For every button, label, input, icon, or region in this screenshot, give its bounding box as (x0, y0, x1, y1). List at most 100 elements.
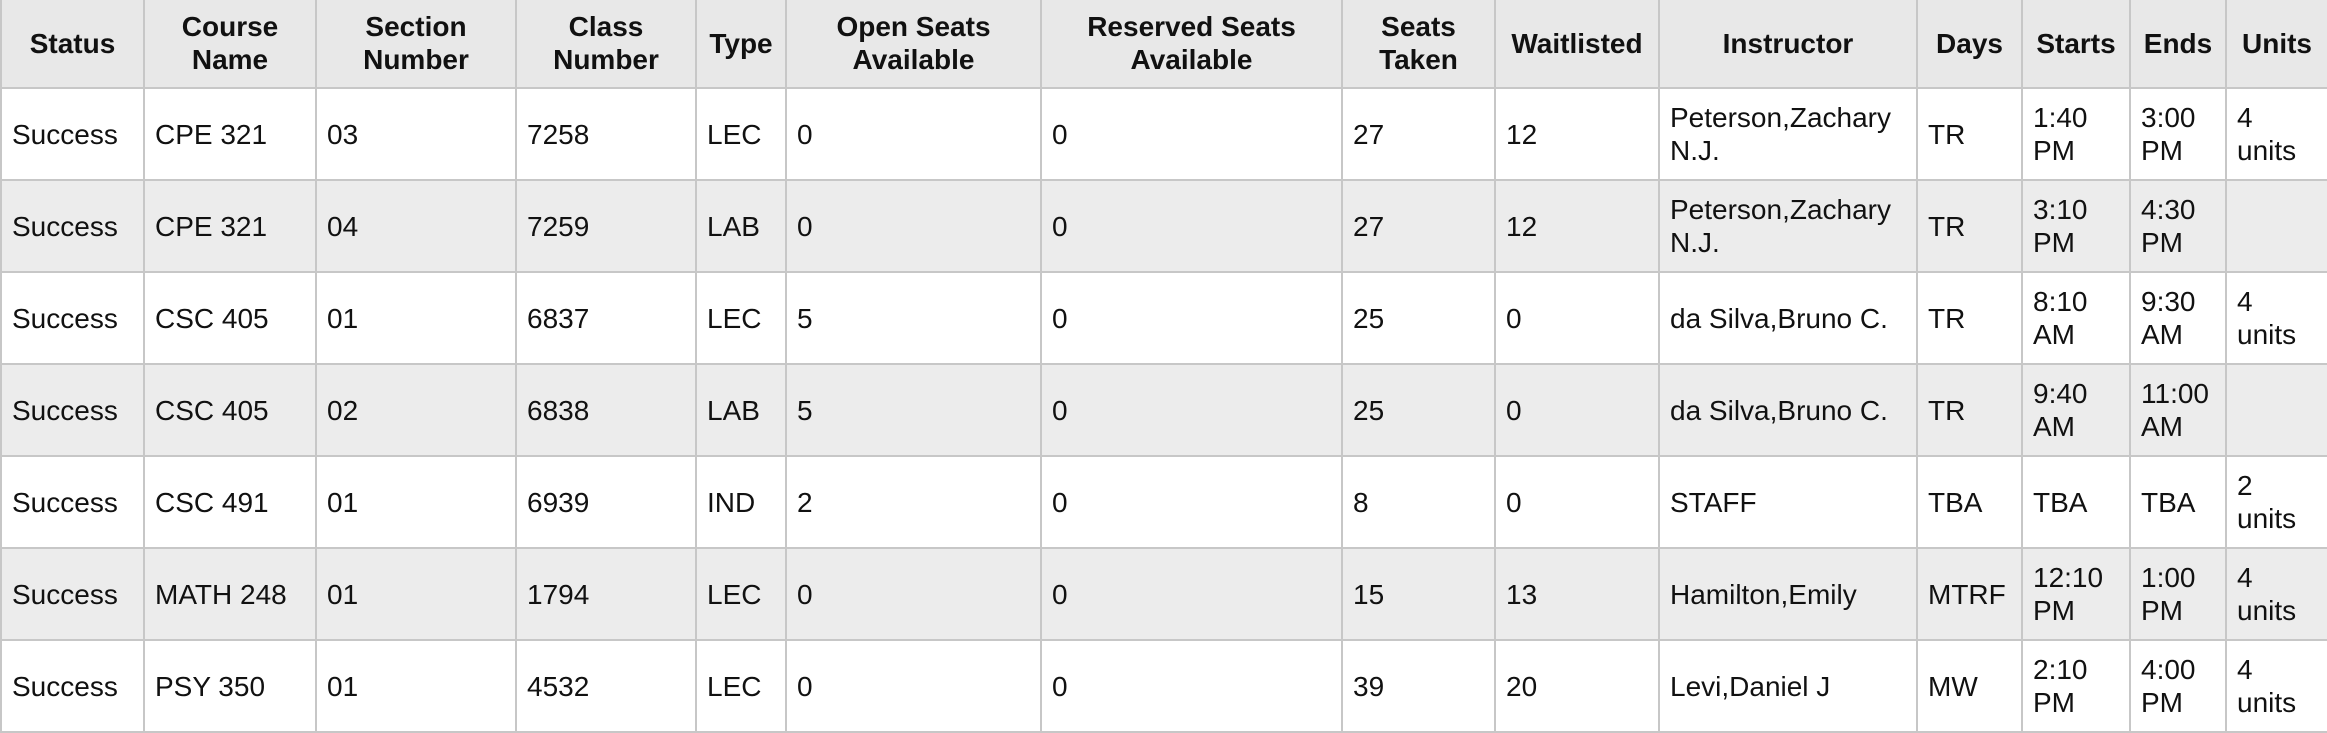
units-cell: 4 units (2225, 547, 2327, 641)
units-cell: 4 units (2225, 87, 2327, 181)
starts-cell: 1:40 PM (2021, 87, 2131, 181)
section-number-cell: 01 (315, 639, 517, 733)
waitlisted-cell: 12 (1494, 179, 1660, 273)
course-name-cell: CSC 405 (143, 363, 317, 457)
seats-taken-cell: 25 (1341, 271, 1496, 365)
section-number-cell: 03 (315, 87, 517, 181)
type-cell: LEC (695, 547, 787, 641)
table-row: Success MATH 248 01 1794 LEC 0 0 15 13 Hamilton,E… (0, 547, 2327, 641)
units-cell: 2 units (2225, 455, 2327, 549)
ends-cell: 11:00 AM (2129, 363, 2227, 457)
reserved-seats-cell: 0 (1040, 363, 1343, 457)
col-header-course-name: Course Name (143, 0, 317, 89)
seats-taken-cell: 25 (1341, 363, 1496, 457)
starts-cell: 3:10 PM (2021, 179, 2131, 273)
reserved-seats-cell: 0 (1040, 547, 1343, 641)
section-number-cell: 04 (315, 179, 517, 273)
course-name-cell: PSY 350 (143, 639, 317, 733)
col-header-seats-taken: Seats Taken (1341, 0, 1496, 89)
instructor-cell: da Silva,Bruno C. (1658, 271, 1918, 365)
seats-taken-cell: 15 (1341, 547, 1496, 641)
days-cell: TR (1916, 271, 2023, 365)
reserved-seats-cell: 0 (1040, 87, 1343, 181)
type-cell: LAB (695, 363, 787, 457)
ends-cell: 4:00 PM (2129, 639, 2227, 733)
waitlisted-cell: 12 (1494, 87, 1660, 181)
section-number-cell: 01 (315, 271, 517, 365)
days-cell: MTRF (1916, 547, 2023, 641)
days-cell: TBA (1916, 455, 2023, 549)
starts-cell: TBA (2021, 455, 2131, 549)
status-cell: Success (0, 363, 145, 457)
ends-cell: 9:30 AM (2129, 271, 2227, 365)
col-header-waitlisted: Waitlisted (1494, 0, 1660, 89)
class-number-cell: 6838 (515, 363, 697, 457)
col-header-units: Units (2225, 0, 2327, 89)
seats-taken-cell: 39 (1341, 639, 1496, 733)
course-name-cell: MATH 248 (143, 547, 317, 641)
reserved-seats-cell: 0 (1040, 271, 1343, 365)
section-number-cell: 01 (315, 455, 517, 549)
type-cell: LEC (695, 271, 787, 365)
waitlisted-cell: 0 (1494, 363, 1660, 457)
course-name-cell: CSC 405 (143, 271, 317, 365)
course-name-cell: CSC 491 (143, 455, 317, 549)
ends-cell: 4:30 PM (2129, 179, 2227, 273)
instructor-cell: Peterson,Zachary N.J. (1658, 87, 1918, 181)
col-header-section-number: Section Number (315, 0, 517, 89)
open-seats-cell: 0 (785, 639, 1042, 733)
instructor-cell: da Silva,Bruno C. (1658, 363, 1918, 457)
status-cell: Success (0, 87, 145, 181)
type-cell: LEC (695, 639, 787, 733)
instructor-cell: Hamilton,Emily (1658, 547, 1918, 641)
col-header-reserved-seats: Reserved Seats Available (1040, 0, 1343, 89)
status-cell: Success (0, 271, 145, 365)
reserved-seats-cell: 0 (1040, 455, 1343, 549)
waitlisted-cell: 20 (1494, 639, 1660, 733)
starts-cell: 8:10 AM (2021, 271, 2131, 365)
col-header-open-seats: Open Seats Available (785, 0, 1042, 89)
col-header-status: Status (0, 0, 145, 89)
table-row: Success PSY 350 01 4532 LEC 0 0 39 20 Levi,Daniel… (0, 639, 2327, 733)
schedule-rows: Success CPE 321 03 7258 LEC 0 0 27 12 Peterson,Za… (0, 87, 2327, 733)
status-cell: Success (0, 639, 145, 733)
open-seats-cell: 0 (785, 547, 1042, 641)
open-seats-cell: 0 (785, 87, 1042, 181)
instructor-cell: Peterson,Zachary N.J. (1658, 179, 1918, 273)
open-seats-cell: 0 (785, 179, 1042, 273)
units-cell (2225, 363, 2327, 457)
instructor-cell: Levi,Daniel J (1658, 639, 1918, 733)
course-name-cell: CPE 321 (143, 179, 317, 273)
class-number-cell: 6837 (515, 271, 697, 365)
col-header-class-number: Class Number (515, 0, 697, 89)
class-number-cell: 4532 (515, 639, 697, 733)
section-number-cell: 02 (315, 363, 517, 457)
class-number-cell: 6939 (515, 455, 697, 549)
days-cell: TR (1916, 179, 2023, 273)
open-seats-cell: 5 (785, 271, 1042, 365)
table-row: Success CSC 491 01 6939 IND 2 0 8 0 STAFF TBA TBA TB… (0, 455, 2327, 549)
col-header-starts: Starts (2021, 0, 2131, 89)
status-cell: Success (0, 179, 145, 273)
seats-taken-cell: 27 (1341, 179, 1496, 273)
header-row: Status Course Name Section Number Class … (0, 0, 2327, 89)
type-cell: LEC (695, 87, 787, 181)
class-number-cell: 7258 (515, 87, 697, 181)
class-number-cell: 7259 (515, 179, 697, 273)
status-cell: Success (0, 547, 145, 641)
waitlisted-cell: 13 (1494, 547, 1660, 641)
col-header-days: Days (1916, 0, 2023, 89)
ends-cell: 1:00 PM (2129, 547, 2227, 641)
waitlisted-cell: 0 (1494, 455, 1660, 549)
table-row: Success CPE 321 04 7259 LAB 0 0 27 12 Peterson,Za… (0, 179, 2327, 273)
starts-cell: 12:10 PM (2021, 547, 2131, 641)
course-name-cell: CPE 321 (143, 87, 317, 181)
days-cell: MW (1916, 639, 2023, 733)
col-header-ends: Ends (2129, 0, 2227, 89)
type-cell: IND (695, 455, 787, 549)
reserved-seats-cell: 0 (1040, 639, 1343, 733)
class-number-cell: 1794 (515, 547, 697, 641)
days-cell: TR (1916, 363, 2023, 457)
units-cell (2225, 179, 2327, 273)
waitlisted-cell: 0 (1494, 271, 1660, 365)
